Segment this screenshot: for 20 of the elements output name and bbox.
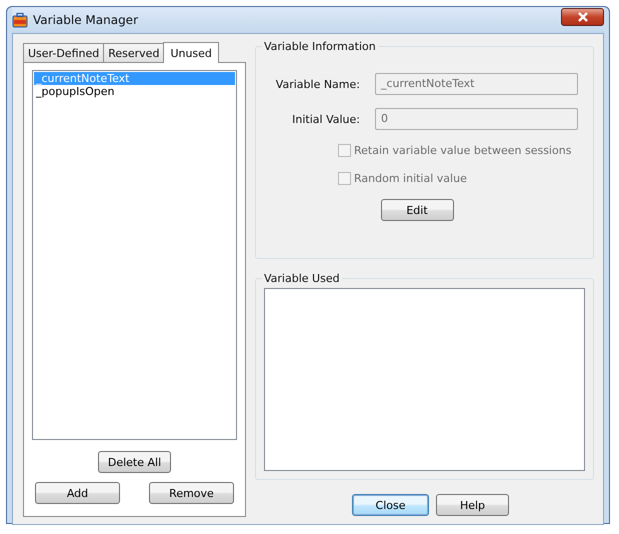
add-button[interactable]: Add <box>35 482 120 504</box>
dialog-button[interactable]: Help <box>436 494 509 516</box>
field-label: Variable Name: <box>274 78 361 90</box>
tab[interactable]: User-Defined <box>23 43 104 62</box>
field-label: Initial Value: <box>291 112 361 126</box>
window-title: Variable Manager <box>33 13 139 27</box>
close-button[interactable] <box>561 8 604 26</box>
dialog-button[interactable]: Close <box>352 494 429 516</box>
group-title: Variable Information <box>262 40 378 53</box>
remove-button[interactable]: Remove <box>149 482 234 504</box>
tab[interactable]: Unused <box>163 42 219 63</box>
group-title: Variable Used <box>262 272 342 285</box>
checkbox-label: Random initial value <box>354 172 467 184</box>
edit-button[interactable]: Edit <box>380 199 454 221</box>
close-icon <box>576 12 588 22</box>
checkbox-label: Retain variable value between sessions <box>354 144 572 156</box>
list-item[interactable]: _popupIsOpen <box>34 85 235 98</box>
toolbox-icon <box>12 12 28 28</box>
delete-all-button[interactable]: Delete All <box>98 451 171 473</box>
tab[interactable]: Reserved <box>103 43 164 62</box>
